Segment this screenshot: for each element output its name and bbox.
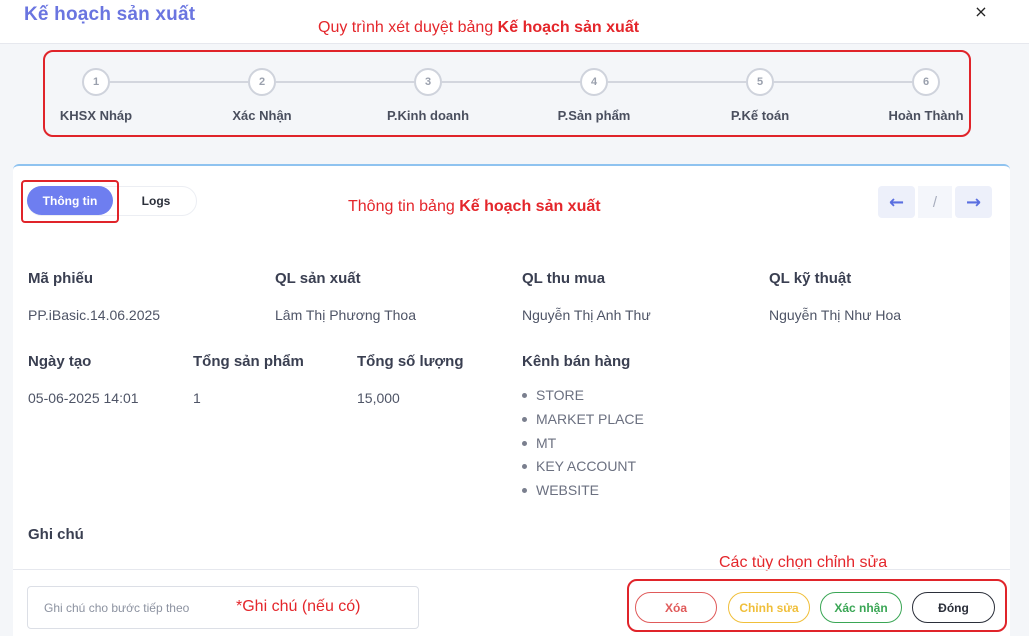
tong-san-pham-value: 1 (193, 390, 201, 406)
delete-button[interactable]: Xóa (635, 592, 717, 623)
step-connector (110, 81, 248, 83)
ql-ky-thuat-value: Nguyễn Thị Như Hoa (769, 307, 902, 323)
step-connector (442, 81, 580, 83)
workflow-annotation-prefix: Quy trình xét duyệt bảng (318, 19, 498, 36)
tong-san-pham-label: Tổng sản phẩm (193, 353, 304, 370)
step-6-label: Hoàn Thành (888, 108, 964, 123)
pager-separator: / (918, 186, 952, 218)
step-5-circle: 5 (746, 68, 774, 96)
workflow-annotation-box (43, 50, 971, 137)
close-button[interactable]: Đóng (912, 592, 995, 623)
ql-thu-mua-value: Nguyễn Thị Anh Thư (522, 307, 651, 323)
ma-phieu-value: PP.iBasic.14.06.2025 (28, 307, 161, 323)
step-connector (774, 81, 912, 83)
prev-arrow-icon[interactable]: ← (878, 186, 915, 218)
step-connector (276, 81, 414, 83)
list-item: MARKET PLACE (522, 410, 644, 434)
sales-channel-list: STORE MARKET PLACE MT KEY ACCOUNT WEBSIT… (522, 386, 644, 505)
list-item: STORE (522, 386, 644, 410)
ngay-tao-value: 05-06-2025 14:01 (28, 390, 139, 406)
tab-logs[interactable]: Logs (124, 186, 188, 215)
step-1-circle: 1 (82, 68, 110, 96)
ql-san-xuat-value: Lâm Thị Phương Thoa (275, 307, 417, 323)
list-item: MT (522, 434, 644, 458)
step-2-circle: 2 (248, 68, 276, 96)
next-arrow-icon[interactable]: → (955, 186, 992, 218)
list-item: WEBSITE (522, 481, 644, 505)
step-2-label: Xác Nhận (232, 108, 292, 123)
step-5-label: P.Kế toán (730, 108, 790, 123)
step-3-circle: 3 (414, 68, 442, 96)
tab-annotation-box (21, 180, 119, 223)
tong-so-luong-label: Tổng số lượng (357, 353, 464, 370)
confirm-button[interactable]: Xác nhận (820, 592, 902, 623)
ql-thu-mua-label: QL thu mua (522, 270, 606, 287)
info-annotation: Thông tin bảng Kế hoạch sản xuất (348, 198, 601, 216)
info-annotation-bold: Kế hoạch sản xuất (459, 198, 601, 215)
info-annotation-prefix: Thông tin bảng (348, 198, 460, 215)
ngay-tao-label: Ngày tạo (28, 353, 92, 370)
step-3-label: P.Kinh doanh (386, 108, 470, 123)
ql-san-xuat-label: QL sản xuất (275, 270, 361, 287)
step-4-circle: 4 (580, 68, 608, 96)
workflow-annotation-bold: Kế hoạch sản xuất (497, 19, 640, 36)
close-icon[interactable]: × (972, 2, 990, 24)
ql-ky-thuat-label: QL kỹ thuật (769, 270, 852, 287)
ghi-chu-label: Ghi chú (28, 526, 84, 543)
ma-phieu-label: Mã phiếu (28, 270, 94, 287)
step-6-circle: 6 (912, 68, 940, 96)
edit-button[interactable]: Chỉnh sửa (728, 592, 810, 623)
list-item: KEY ACCOUNT (522, 457, 644, 481)
note-hint-annotation: *Ghi chú (nếu có) (236, 598, 361, 615)
kenh-ban-hang-label: Kênh bán hàng (522, 353, 631, 370)
workflow-annotation: Quy trình xét duyệt bảng Kế hoạch sản xu… (318, 19, 639, 37)
dialog-title: Kế hoạch sản xuất (24, 4, 196, 25)
step-4-label: P.Sản phẩm (557, 108, 631, 123)
step-connector (608, 81, 746, 83)
tong-so-luong-value: 15,000 (357, 390, 400, 406)
footer-divider (13, 569, 1010, 570)
step-1-label: KHSX Nháp (59, 108, 133, 123)
